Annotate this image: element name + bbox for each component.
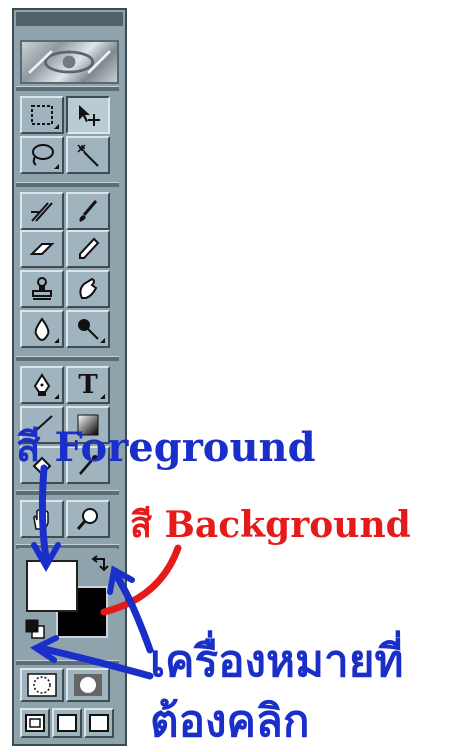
- pencil-tool-button[interactable]: [66, 230, 110, 268]
- background-annotation: สี Background: [130, 504, 411, 546]
- pencil-icon: [79, 237, 100, 259]
- airbrush-icon: [31, 202, 53, 222]
- magic-wand-tool-button[interactable]: [66, 136, 110, 174]
- adobe-eye-logo[interactable]: [20, 40, 119, 84]
- quick-mask-icon: [74, 674, 102, 696]
- smudge-hand-icon: [79, 277, 98, 299]
- full-screen-icon: [89, 714, 109, 732]
- zoom-tool-button[interactable]: [66, 500, 110, 538]
- more-tools-indicator-icon: [54, 338, 59, 343]
- move-arrow-icon: [79, 105, 100, 126]
- pen-nib-icon: [33, 373, 51, 396]
- pen-tool-button[interactable]: [20, 366, 64, 404]
- more-tools-indicator-icon: [54, 164, 59, 169]
- smudge-tool-button[interactable]: [66, 270, 110, 308]
- type-tool-button[interactable]: T: [66, 366, 110, 404]
- toolbox-titlebar[interactable]: [16, 12, 123, 26]
- eraser-icon: [29, 243, 55, 255]
- hand-tool-button[interactable]: [20, 500, 64, 538]
- paintbrush-tool-button[interactable]: [66, 192, 110, 230]
- eye-logo-icon: [28, 50, 111, 74]
- toolbox-divider: [16, 660, 119, 665]
- eraser-tool-button[interactable]: [20, 230, 64, 268]
- toolbox-divider: [16, 490, 119, 495]
- paintbrush-icon: [79, 200, 98, 222]
- full-screen-menu-icon: [57, 714, 77, 732]
- blur-tool-button[interactable]: [20, 310, 64, 348]
- water-drop-icon: [34, 317, 50, 342]
- dodge-icon: [78, 319, 99, 340]
- marker-annotation-line1: เครื่องหมายที่: [150, 636, 404, 687]
- foreground-color-swatch[interactable]: [26, 560, 78, 612]
- swap-colors-icon[interactable]: [90, 555, 110, 575]
- marker-annotation-line2: ต้องคลิก: [150, 696, 310, 747]
- more-tools-indicator-icon: [54, 394, 59, 399]
- toolbox-divider: [16, 356, 119, 361]
- lasso-icon: [32, 144, 54, 166]
- foreground-annotation: สี Foreground: [16, 424, 316, 471]
- dodge-tool-button[interactable]: [66, 310, 110, 348]
- more-tools-indicator-icon: [100, 394, 105, 399]
- quick-mask-mode-button[interactable]: [66, 668, 110, 702]
- marquee-tool-button[interactable]: [20, 96, 64, 134]
- standard-screen-mode-button[interactable]: [20, 708, 50, 738]
- standard-mode-button[interactable]: [20, 668, 64, 702]
- standard-mode-icon: [27, 673, 57, 697]
- more-tools-indicator-icon: [54, 124, 59, 129]
- rect-marquee-icon: [31, 105, 53, 125]
- lasso-tool-button[interactable]: [20, 136, 64, 174]
- rubber-stamp-tool-button[interactable]: [20, 270, 64, 308]
- full-screen-mode-button[interactable]: [84, 708, 114, 738]
- airbrush-tool-button[interactable]: [20, 192, 64, 230]
- default-colors-icon[interactable]: [24, 618, 46, 640]
- magnifier-icon: [76, 508, 98, 530]
- toolbox-divider: [16, 182, 119, 187]
- move-tool-button[interactable]: [66, 96, 110, 134]
- standard-screen-icon: [25, 714, 45, 732]
- toolbox-divider: [16, 86, 119, 91]
- more-tools-indicator-icon: [100, 338, 105, 343]
- stamp-icon: [32, 277, 52, 300]
- hand-icon: [33, 508, 49, 530]
- full-screen-menu-mode-button[interactable]: [52, 708, 82, 738]
- magic-wand-icon: [77, 144, 99, 167]
